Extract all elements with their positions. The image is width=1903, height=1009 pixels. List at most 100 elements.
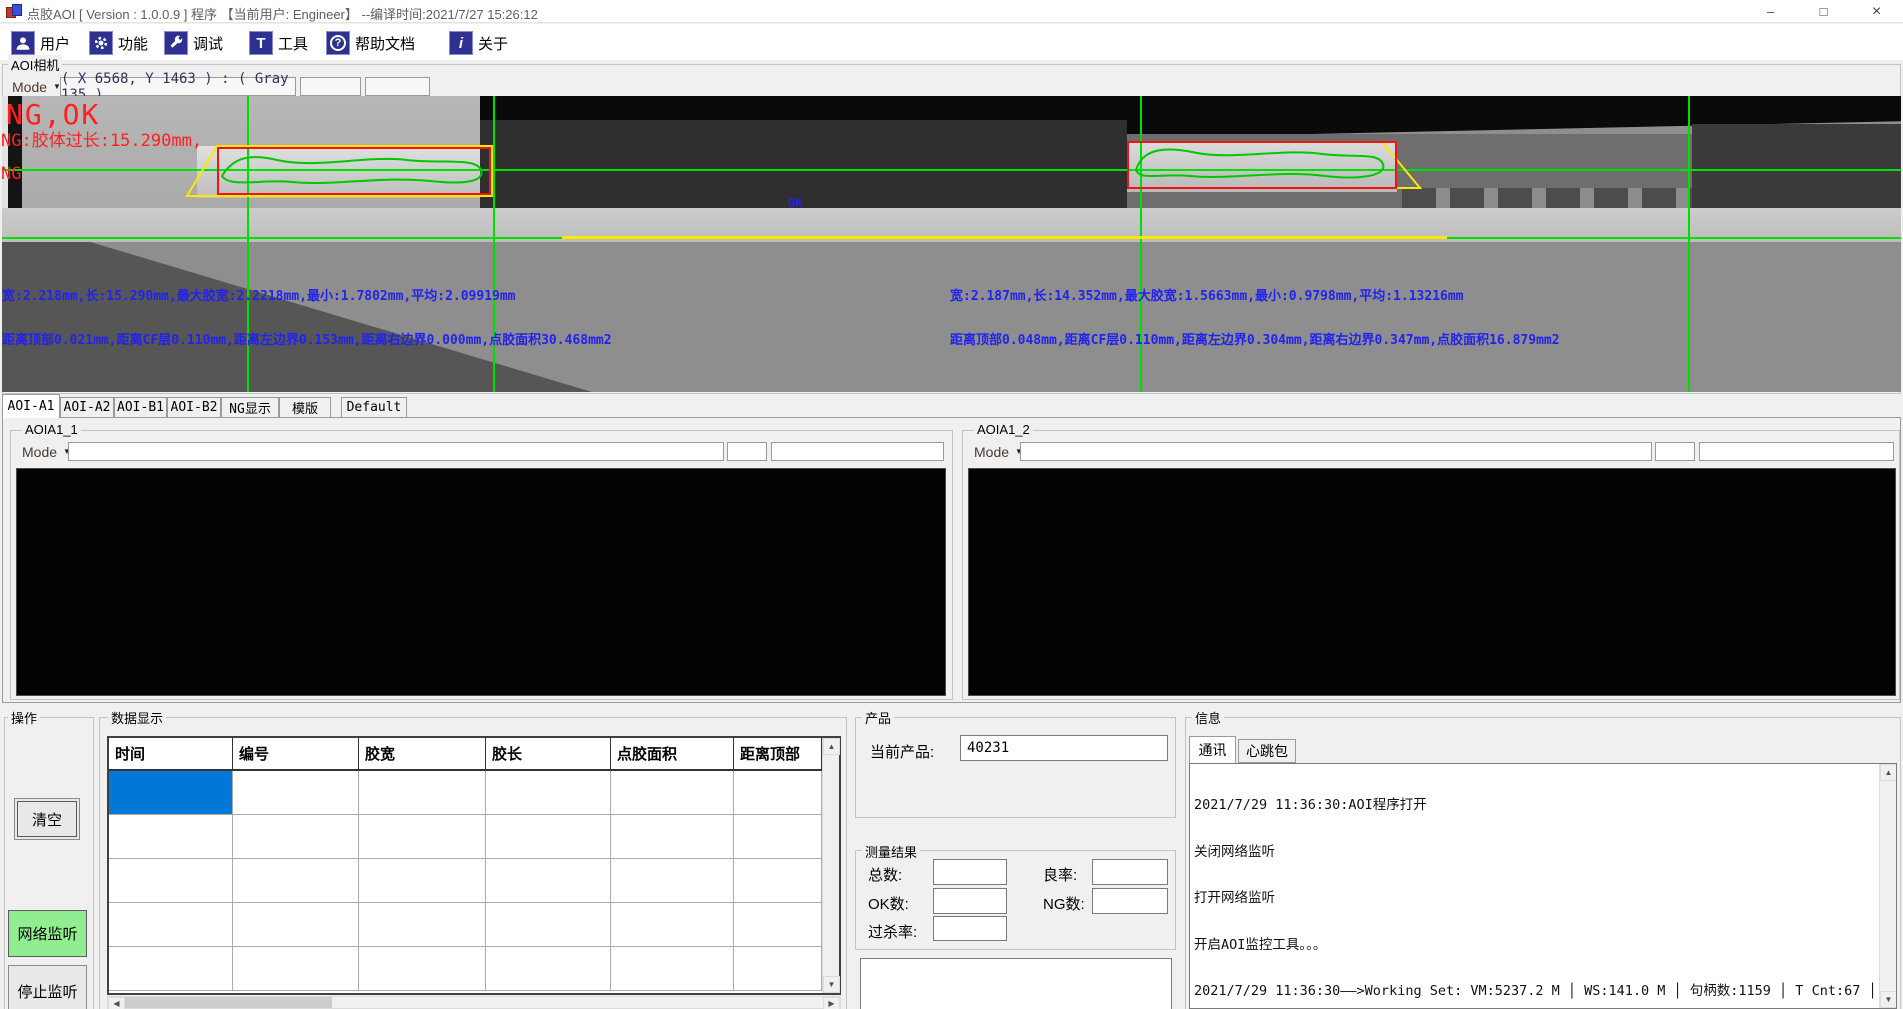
log-vertical-scrollbar[interactable]: ▲ ▼ bbox=[1879, 764, 1896, 1008]
table-row[interactable] bbox=[109, 815, 839, 859]
function-menu-button[interactable]: 功能 bbox=[86, 28, 151, 58]
wrench-icon bbox=[164, 31, 188, 55]
tab-template[interactable]: 模版 bbox=[279, 397, 331, 418]
subview-right-field-1 bbox=[1020, 442, 1652, 461]
table-row[interactable] bbox=[109, 947, 839, 991]
data-table-header: 时间 编号 胶宽 胶长 点胶面积 距离顶部 bbox=[109, 738, 839, 771]
left-measure-line1: 宽:2.218mm,长:15.290mm,最大胶宽:2.2218mm,最小:1.… bbox=[2, 285, 516, 304]
tab-aoi-a1[interactable]: AOI-A1 bbox=[2, 394, 60, 418]
ng-reason-text: NG:胶体过长:15.290mm, bbox=[1, 126, 202, 151]
right-measure-line1: 宽:2.187mm,长:14.352mm,最大胶宽:1.5663mm,最小:0.… bbox=[950, 285, 1464, 304]
camera-mode-dropdown[interactable]: Mode▼ bbox=[8, 77, 65, 96]
column-header[interactable]: 胶长 bbox=[486, 738, 611, 771]
scrollbar-thumb[interactable] bbox=[125, 997, 332, 1008]
product-groupbox bbox=[855, 717, 1176, 818]
about-menu-label: 关于 bbox=[478, 33, 508, 54]
minimize-button[interactable]: – bbox=[1744, 0, 1797, 23]
table-vertical-scrollbar[interactable]: ▲ ▼ bbox=[822, 738, 839, 993]
crosshair-vline-4 bbox=[1688, 96, 1690, 392]
debug-menu-button[interactable]: 调试 bbox=[161, 28, 226, 58]
overkill-field[interactable] bbox=[933, 916, 1007, 941]
table-horizontal-scrollbar[interactable]: ◀ ▶ bbox=[107, 996, 841, 1009]
log-lines: 2021/7/29 11:36:30:AOI程序打开 关闭网络监听 打开网络监听… bbox=[1194, 767, 1877, 1009]
data-table[interactable]: 时间 编号 胶宽 胶长 点胶面积 距离顶部 ▲ ▼ bbox=[107, 736, 841, 995]
tab-aoi-a2[interactable]: AOI-A2 bbox=[60, 397, 114, 418]
subview-left-field-2 bbox=[727, 442, 767, 461]
tab-aoi-b2[interactable]: AOI-B2 bbox=[167, 397, 221, 418]
ok-count-field[interactable] bbox=[933, 888, 1007, 914]
selected-cell[interactable] bbox=[109, 771, 233, 815]
column-header[interactable]: 距离顶部 bbox=[734, 738, 822, 771]
scroll-right-icon[interactable]: ▶ bbox=[823, 997, 840, 1009]
user-icon bbox=[11, 31, 35, 55]
camera-image-view[interactable]: NG,OK NG:胶体过长:15.290mm, NG OK 宽:2.218mm,… bbox=[2, 96, 1901, 392]
column-header[interactable]: 时间 bbox=[109, 738, 233, 771]
stop-listen-button[interactable]: 停止监听 bbox=[8, 965, 87, 1009]
camera-status-field-2 bbox=[365, 77, 430, 96]
subview-right-mode-dropdown[interactable]: Mode▼ bbox=[970, 442, 1027, 461]
total-field[interactable] bbox=[933, 859, 1007, 885]
maximize-button[interactable]: □ bbox=[1797, 0, 1850, 23]
debug-menu-label: 调试 bbox=[193, 33, 223, 54]
subview-left-image[interactable] bbox=[16, 468, 946, 696]
tab-comms[interactable]: 通讯 bbox=[1189, 736, 1236, 763]
subview-left-mode-dropdown[interactable]: Mode▼ bbox=[18, 442, 75, 461]
subview-right-image[interactable] bbox=[968, 468, 1896, 696]
help-menu-button[interactable]: ? 帮助文档 bbox=[323, 28, 418, 58]
tools-menu-button[interactable]: T 工具 bbox=[246, 28, 311, 58]
user-menu-button[interactable]: 用户 bbox=[8, 28, 73, 58]
scroll-up-icon[interactable]: ▲ bbox=[1880, 764, 1897, 781]
column-header[interactable]: 胶宽 bbox=[359, 738, 486, 771]
table-row[interactable] bbox=[109, 859, 839, 903]
camera-status-field-1 bbox=[300, 77, 361, 96]
column-header[interactable]: 编号 bbox=[233, 738, 359, 771]
subview-left-field-3 bbox=[771, 442, 944, 461]
tab-default[interactable]: Default bbox=[341, 397, 407, 418]
subview-left-field-1 bbox=[68, 442, 724, 461]
left-roi-overlay bbox=[182, 140, 502, 202]
main-toolbar: 用户 功能 调试 T 工具 ? 帮助文档 i 关于 bbox=[0, 24, 1903, 60]
column-header[interactable]: 点胶面积 bbox=[611, 738, 734, 771]
function-menu-label: 功能 bbox=[118, 33, 148, 54]
product-group-label: 产品 bbox=[862, 708, 894, 727]
info-icon: i bbox=[449, 31, 473, 55]
current-product-field[interactable]: 40231 bbox=[960, 735, 1168, 761]
title-bar: 点胶AOI [ Version : 1.0.0.9 ] 程序 【当前用户: En… bbox=[0, 0, 1903, 23]
clear-button[interactable]: 清空 bbox=[14, 798, 80, 840]
table-row[interactable] bbox=[109, 771, 839, 815]
tab-heartbeat[interactable]: 心跳包 bbox=[1238, 739, 1296, 763]
ng-label-text: NG bbox=[1, 164, 21, 184]
scroll-up-icon[interactable]: ▲ bbox=[823, 738, 840, 755]
close-button[interactable]: × bbox=[1850, 0, 1903, 23]
yield-label: 良率: bbox=[1043, 864, 1077, 885]
tab-ng-display[interactable]: NG显示 bbox=[221, 397, 279, 418]
about-menu-button[interactable]: i 关于 bbox=[446, 28, 511, 58]
network-listen-button[interactable]: 网络监听 bbox=[8, 910, 87, 957]
scroll-down-icon[interactable]: ▼ bbox=[823, 976, 840, 993]
subview-right-field-3 bbox=[1699, 442, 1894, 461]
subview-left-label: AOIA1_1 bbox=[22, 422, 81, 437]
overkill-label: 过杀率: bbox=[868, 921, 917, 942]
camera-pixel-readout: ( X 6568, Y 1463 ) : ( Gray 135 ) bbox=[60, 77, 296, 96]
tools-icon: T bbox=[249, 31, 273, 55]
ok-label-text: OK bbox=[788, 196, 802, 210]
table-row[interactable] bbox=[109, 903, 839, 947]
user-menu-label: 用户 bbox=[40, 33, 70, 54]
scroll-left-icon[interactable]: ◀ bbox=[108, 997, 125, 1009]
subview-right-field-2 bbox=[1655, 442, 1695, 461]
tab-aoi-b1[interactable]: AOI-B1 bbox=[114, 397, 167, 418]
window-title: 点胶AOI [ Version : 1.0.0.9 ] 程序 【当前用户: En… bbox=[27, 4, 538, 23]
tools-menu-label: 工具 bbox=[278, 33, 308, 54]
yield-field[interactable] bbox=[1092, 859, 1168, 885]
measure-group-label: 测量结果 bbox=[862, 842, 920, 861]
data-display-group-label: 数据显示 bbox=[108, 708, 166, 727]
comms-log[interactable]: 2021/7/29 11:36:30:AOI程序打开 关闭网络监听 打开网络监听… bbox=[1189, 763, 1897, 1009]
gear-icon bbox=[89, 31, 113, 55]
right-measure-line2: 距离顶部0.048mm,距离CF层0.110mm,距离左边界0.304mm,距离… bbox=[950, 329, 1560, 348]
right-roi-overlay bbox=[1120, 136, 1450, 196]
ng-count-field[interactable] bbox=[1092, 888, 1168, 914]
current-product-label: 当前产品: bbox=[870, 741, 934, 762]
app-window: 点胶AOI [ Version : 1.0.0.9 ] 程序 【当前用户: En… bbox=[0, 0, 1903, 1009]
scroll-down-icon[interactable]: ▼ bbox=[1880, 991, 1897, 1008]
ok-count-label: OK数: bbox=[868, 893, 909, 914]
